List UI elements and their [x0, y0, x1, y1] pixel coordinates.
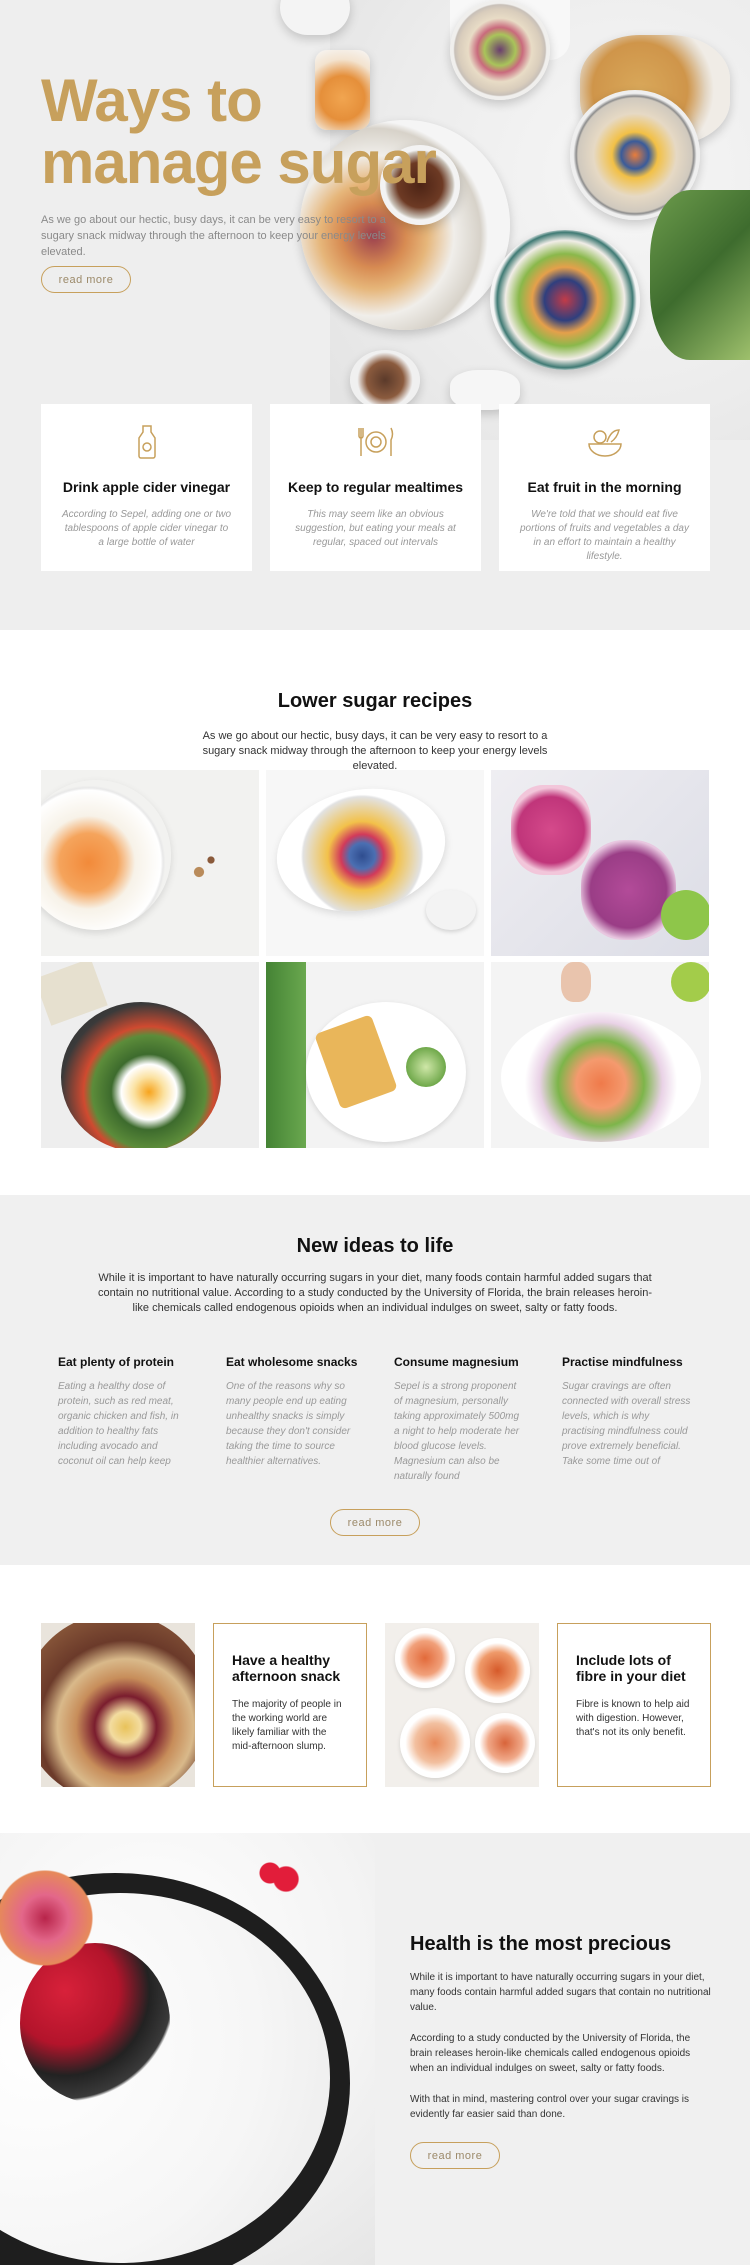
table-plates-image	[385, 1623, 539, 1787]
recipe-image-quesadilla[interactable]	[266, 962, 484, 1148]
recipe-gallery	[41, 770, 709, 1148]
plate-cutlery-icon	[356, 422, 396, 462]
bottle-icon	[127, 422, 167, 462]
ideas-title: New ideas to life	[296, 1235, 454, 1257]
recipe-image-egg-salad[interactable]	[41, 962, 259, 1148]
recipe-image-yogurt-peach[interactable]	[41, 770, 259, 956]
health-title: Health is the most precious	[410, 1933, 672, 1955]
tip-card-text: The majority of people in the working wo…	[232, 1699, 342, 1752]
idea-item: Eat wholesome snacks One of the reasons …	[226, 1355, 394, 1484]
ideas-section: New ideas to life While it is important …	[0, 1195, 750, 1565]
ideas-columns: Eat plenty of protein Eating a healthy d…	[58, 1355, 730, 1484]
tip-card-text: Fibre is known to help aid with digestio…	[576, 1699, 690, 1738]
feature-text: This may seem like an obvious suggestion…	[295, 509, 456, 548]
idea-title: Eat wholesome snacks	[226, 1355, 358, 1369]
feature-text: According to Sepel, adding one or two ta…	[62, 509, 231, 548]
idea-text: One of the reasons why so many people en…	[226, 1381, 351, 1467]
feature-title: Drink apple cider vinegar	[62, 479, 231, 495]
tips-row: Have a healthy afternoon snack The major…	[41, 1623, 711, 1787]
idea-text: Sugar cravings are often connected with …	[562, 1381, 691, 1467]
hero-description: As we go about our hectic, busy days, it…	[41, 214, 386, 258]
recipe-image-salmon-salad[interactable]	[491, 962, 709, 1148]
recipes-title: Lower sugar recipes	[277, 690, 473, 712]
idea-title: Eat plenty of protein	[58, 1355, 175, 1369]
hero-title-line1: Ways to	[41, 67, 263, 134]
tip-card-title: Have a healthy afternoon snack	[232, 1652, 341, 1684]
feature-text: We're told that we should eat five porti…	[520, 509, 689, 562]
idea-item: Eat plenty of protein Eating a healthy d…	[58, 1355, 226, 1484]
health-paragraph: While it is important to have naturally …	[410, 1972, 711, 2013]
snack-board-image	[41, 1623, 195, 1787]
recipes-subtitle: As we go about our hectic, busy days, it…	[202, 730, 548, 772]
ideas-intro: While it is important to have naturally …	[98, 1272, 652, 1314]
feature-card: Drink apple cider vinegar According to S…	[41, 404, 252, 571]
feature-cards: Drink apple cider vinegar According to S…	[41, 404, 710, 571]
tip-card: Include lots of fibre in your diet Fibre…	[557, 1623, 711, 1787]
feature-card: Eat fruit in the morning We're told that…	[499, 404, 710, 571]
idea-text: Sepel is a strong proponent of magnesium…	[394, 1381, 520, 1482]
idea-item: Practise mindfulness Sugar cravings are …	[562, 1355, 730, 1484]
health-paragraph: With that in mind, mastering control ove…	[410, 2094, 689, 2120]
idea-title: Practise mindfulness	[562, 1355, 683, 1369]
hero-section: Ways to manage sugar As we go about our …	[0, 0, 750, 630]
recipes-section: Lower sugar recipes As we go about our h…	[0, 630, 750, 1195]
feature-title: Keep to regular mealtimes	[287, 479, 464, 495]
recipe-image-fruit-platter[interactable]	[266, 770, 484, 956]
hero-title-line2: manage sugar	[41, 129, 437, 196]
fruit-bowl-icon	[585, 422, 625, 462]
tip-card-title: Include lots of fibre in your diet	[576, 1652, 686, 1684]
idea-text: Eating a healthy dose of protein, such a…	[58, 1381, 179, 1467]
feature-card: Keep to regular mealtimes This may seem …	[270, 404, 481, 571]
recipe-image-berry-drinks[interactable]	[491, 770, 709, 956]
health-paragraph: According to a study conducted by the Un…	[410, 2033, 691, 2074]
hero-food-image	[280, 0, 750, 440]
yogurt-berries-image	[0, 1833, 375, 2265]
health-section: Health is the most precious While it is …	[0, 1833, 750, 2265]
tip-card: Have a healthy afternoon snack The major…	[213, 1623, 367, 1787]
hero-title: Ways to manage sugar	[41, 67, 437, 196]
ideas-read-more-button[interactable]: read more	[330, 1509, 420, 1536]
feature-title: Eat fruit in the morning	[527, 479, 682, 495]
idea-title: Consume magnesium	[394, 1355, 519, 1369]
hero-read-more-button[interactable]: read more	[41, 266, 131, 293]
health-panel: Health is the most precious While it is …	[375, 1833, 750, 2265]
tips-section: Have a healthy afternoon snack The major…	[0, 1565, 750, 1833]
idea-item: Consume magnesium Sepel is a strong prop…	[394, 1355, 562, 1484]
health-read-more-button[interactable]: read more	[410, 2142, 500, 2169]
